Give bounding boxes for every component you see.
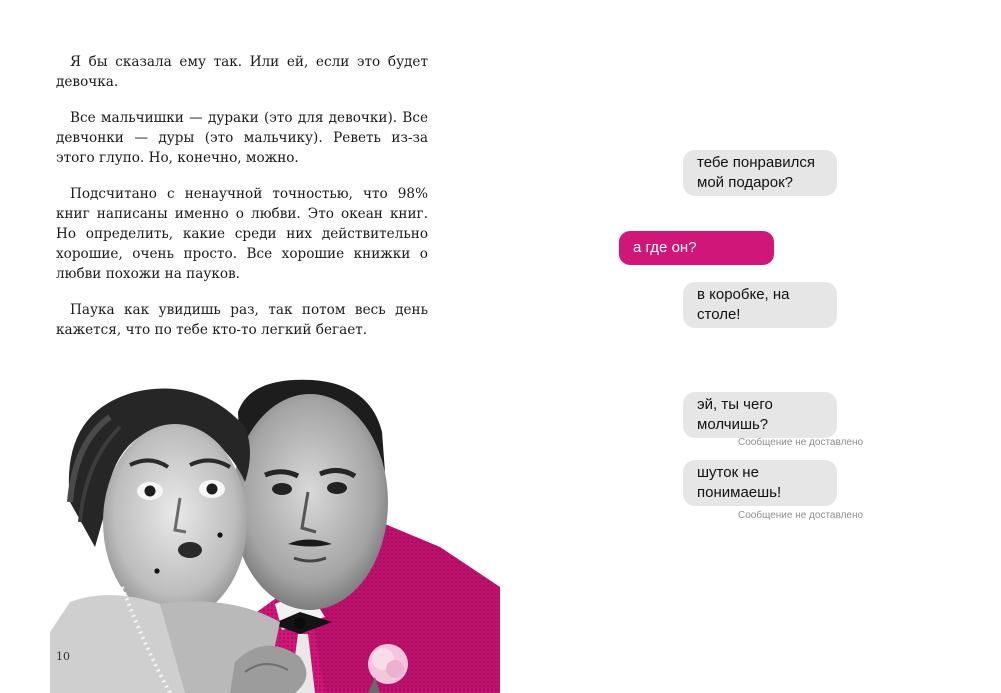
couple-photo bbox=[50, 379, 500, 693]
chat-bubble-incoming: шуток не понимаешь! bbox=[683, 460, 837, 506]
man-face bbox=[232, 394, 388, 610]
chat-bubble-incoming: эй, ты чего молчишь? bbox=[683, 392, 837, 438]
paragraph: Подсчитано с ненаучной точностью, что 98… bbox=[56, 186, 428, 282]
body-text: Я бы сказала ему так. Или ей, если это б… bbox=[56, 52, 428, 356]
page-number: 10 bbox=[56, 650, 70, 663]
woman-lips bbox=[178, 542, 202, 558]
chat-bubble-outgoing: а где он? bbox=[619, 231, 774, 265]
paragraph: Я бы сказала ему так. Или ей, если это б… bbox=[56, 54, 428, 90]
paragraph: Все мальчишки — дураки (это для девочки)… bbox=[56, 110, 428, 166]
delivery-status: Сообщение не доставлено bbox=[738, 437, 864, 448]
left-page: Я бы сказала ему так. Или ей, если это б… bbox=[0, 0, 500, 693]
chat-bubble-incoming: в коробке, на столе! bbox=[683, 282, 837, 328]
paragraph: Паука как увидишь раз, так потом весь де… bbox=[56, 302, 428, 338]
chat-bubble-incoming: тебе понравился мой подарок? bbox=[683, 150, 837, 196]
book-spread: Я бы сказала ему так. Или ей, если это б… bbox=[0, 0, 1001, 693]
delivery-status: Сообщение не доставлено bbox=[738, 510, 864, 521]
right-page: тебе понравился мой подарок? а где он? в… bbox=[500, 0, 1001, 693]
